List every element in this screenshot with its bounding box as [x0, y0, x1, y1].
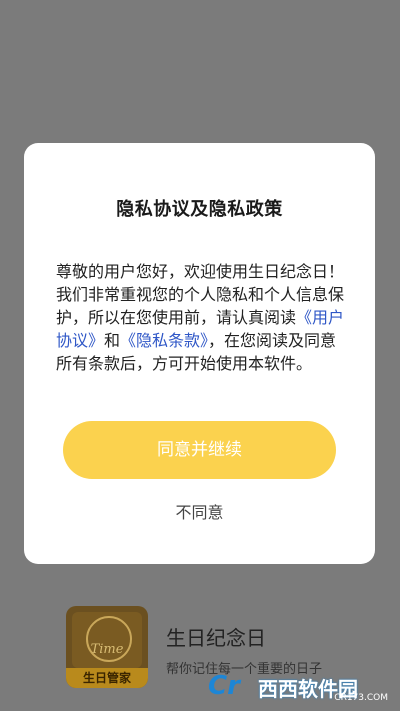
- watermark-url: CR173.COM: [334, 693, 388, 703]
- app-icon-label: 生日管家: [66, 668, 148, 688]
- body-text-and: 和: [104, 331, 121, 350]
- privacy-policy-link[interactable]: 《隐私条款》: [120, 331, 208, 350]
- dialog-title: 隐私协议及隐私政策: [116, 199, 283, 220]
- app-icon-text: Time: [90, 642, 124, 657]
- app-title: 生日纪念日: [166, 626, 266, 650]
- disagree-button[interactable]: 不同意: [24, 499, 375, 523]
- app-icon: Time 生日管家: [66, 606, 148, 688]
- privacy-dialog: 隐私协议及隐私政策 尊敬的用户您好，欢迎使用生日纪念日！我们非常重视您的个人隐私…: [24, 143, 375, 564]
- dialog-body: 尊敬的用户您好，欢迎使用生日纪念日！我们非常重视您的个人隐私和个人信息保护，所以…: [56, 260, 352, 375]
- watermark: Cr 西西软件园 CR173.COM: [208, 671, 388, 703]
- agree-continue-button[interactable]: 同意并继续: [63, 421, 336, 479]
- watermark-logo: Cr: [208, 671, 240, 701]
